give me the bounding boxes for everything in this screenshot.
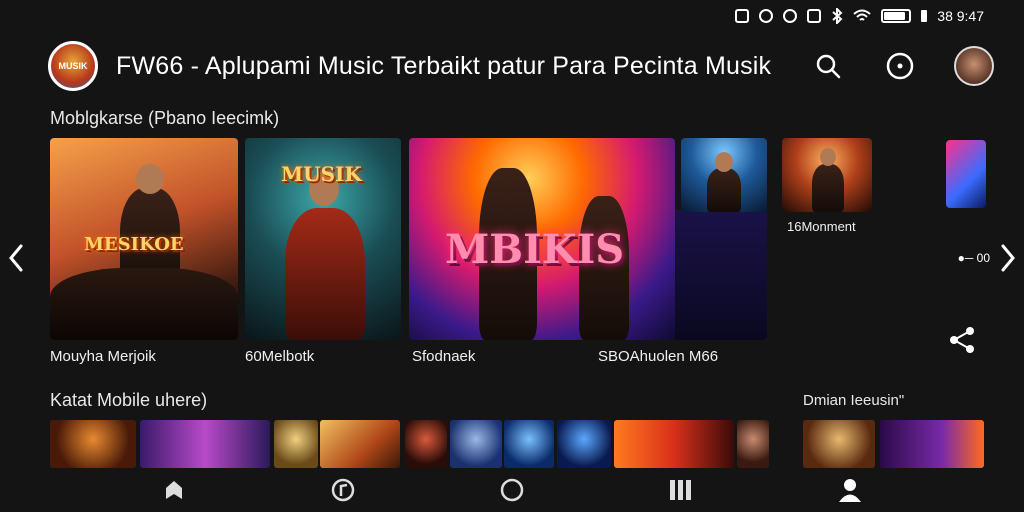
chat-icon [886,52,914,80]
featured-card-3-label: Sfodnaek [412,348,476,365]
mobile-thumb[interactable] [320,420,400,468]
side-thumbnail[interactable] [946,140,986,208]
battery-icon [881,9,912,23]
header-actions [810,40,994,92]
circle-icon [500,478,524,502]
featured-card-5[interactable] [782,138,872,212]
nav-music-button[interactable] [323,470,363,510]
home-icon [166,481,183,499]
search-icon [816,54,841,79]
section-title-mobile: Katat Mobile uhere) [50,390,208,410]
nav-circle-button[interactable] [492,470,532,510]
card-art-text: MESIKOE [84,234,184,255]
carousel-prev-button[interactable] [4,240,28,276]
mobile-thumb[interactable] [504,420,554,468]
mobile-thumb[interactable] [140,420,270,468]
logo-text: MUSIK [58,61,88,71]
card-figure-head [715,152,733,172]
card-figure [285,208,365,340]
alarm-icon [759,9,774,23]
battery-cap [921,10,928,22]
battery-fill [884,12,905,20]
mobile-thumb[interactable] [880,420,984,468]
chevron-right-icon [1001,244,1015,272]
mobile-thumb[interactable] [405,420,447,468]
status-time: 38 9:47 [937,8,984,24]
search-button[interactable] [810,48,846,84]
mobile-thumb[interactable] [50,420,136,468]
nav-library-button[interactable] [661,470,701,510]
mobile-thumb[interactable] [274,420,318,468]
mobile-thumb[interactable] [803,420,875,468]
wifi-icon [853,9,871,21]
carousel-next-button[interactable] [996,240,1020,276]
mobile-thumb[interactable] [557,420,611,468]
card-crowd [50,268,238,340]
featured-card-3[interactable]: MBIKIS [409,138,675,340]
mobile-thumb[interactable] [737,420,769,468]
card-figure-head [820,148,836,166]
featured-card-4[interactable] [681,138,767,212]
featured-card-1-label: Mouyha Merjoik [50,348,156,365]
bluetooth-icon [832,8,843,24]
featured-card-2-label: 60Melbotk [245,348,315,365]
featured-card-1[interactable]: MESIKOE [50,138,238,340]
library-icon [669,480,691,500]
share-button[interactable] [948,326,976,359]
page-title: FW66 - Aplupami Music Terbaikt patur Par… [116,51,772,80]
chat-button[interactable] [882,48,918,84]
featured-card-5-label: 16Monment [787,219,856,234]
app-logo[interactable]: MUSIK [48,41,98,91]
section-title-featured: Moblgkarse (Pbano Ieecimk) [50,108,280,128]
featured-card-3-extension [675,210,767,340]
card-figure [707,168,741,212]
featured-card-4-label: SBOAhuolen M66 [598,348,719,365]
user-avatar[interactable] [954,46,994,86]
featured-card-2[interactable]: MUSIK [245,138,401,340]
notification-icon [735,9,750,23]
section-title-side: Dmian Ieeusin" [803,392,905,409]
chevron-left-icon [9,244,23,272]
card-art-text: MBIKIS [445,226,625,273]
card-art-text: MUSIK [281,162,362,186]
nav-profile-button[interactable] [830,470,870,510]
card-figure [812,164,844,212]
app-header: MUSIK FW66 - Aplupami Music Terbaikt pat… [48,40,994,92]
card-figure-head [136,164,164,194]
location-icon [783,9,798,23]
bottom-nav [0,468,1024,512]
status-bar: 38 9:47 [735,6,984,26]
music-note-icon [331,478,355,502]
nfc-icon [807,9,822,23]
side-playback-label: ●─ 00 [957,251,990,265]
mobile-thumb[interactable] [614,420,734,468]
share-icon [950,327,974,353]
mobile-thumb[interactable] [450,420,502,468]
profile-icon [838,479,861,502]
nav-home-button[interactable] [154,470,194,510]
